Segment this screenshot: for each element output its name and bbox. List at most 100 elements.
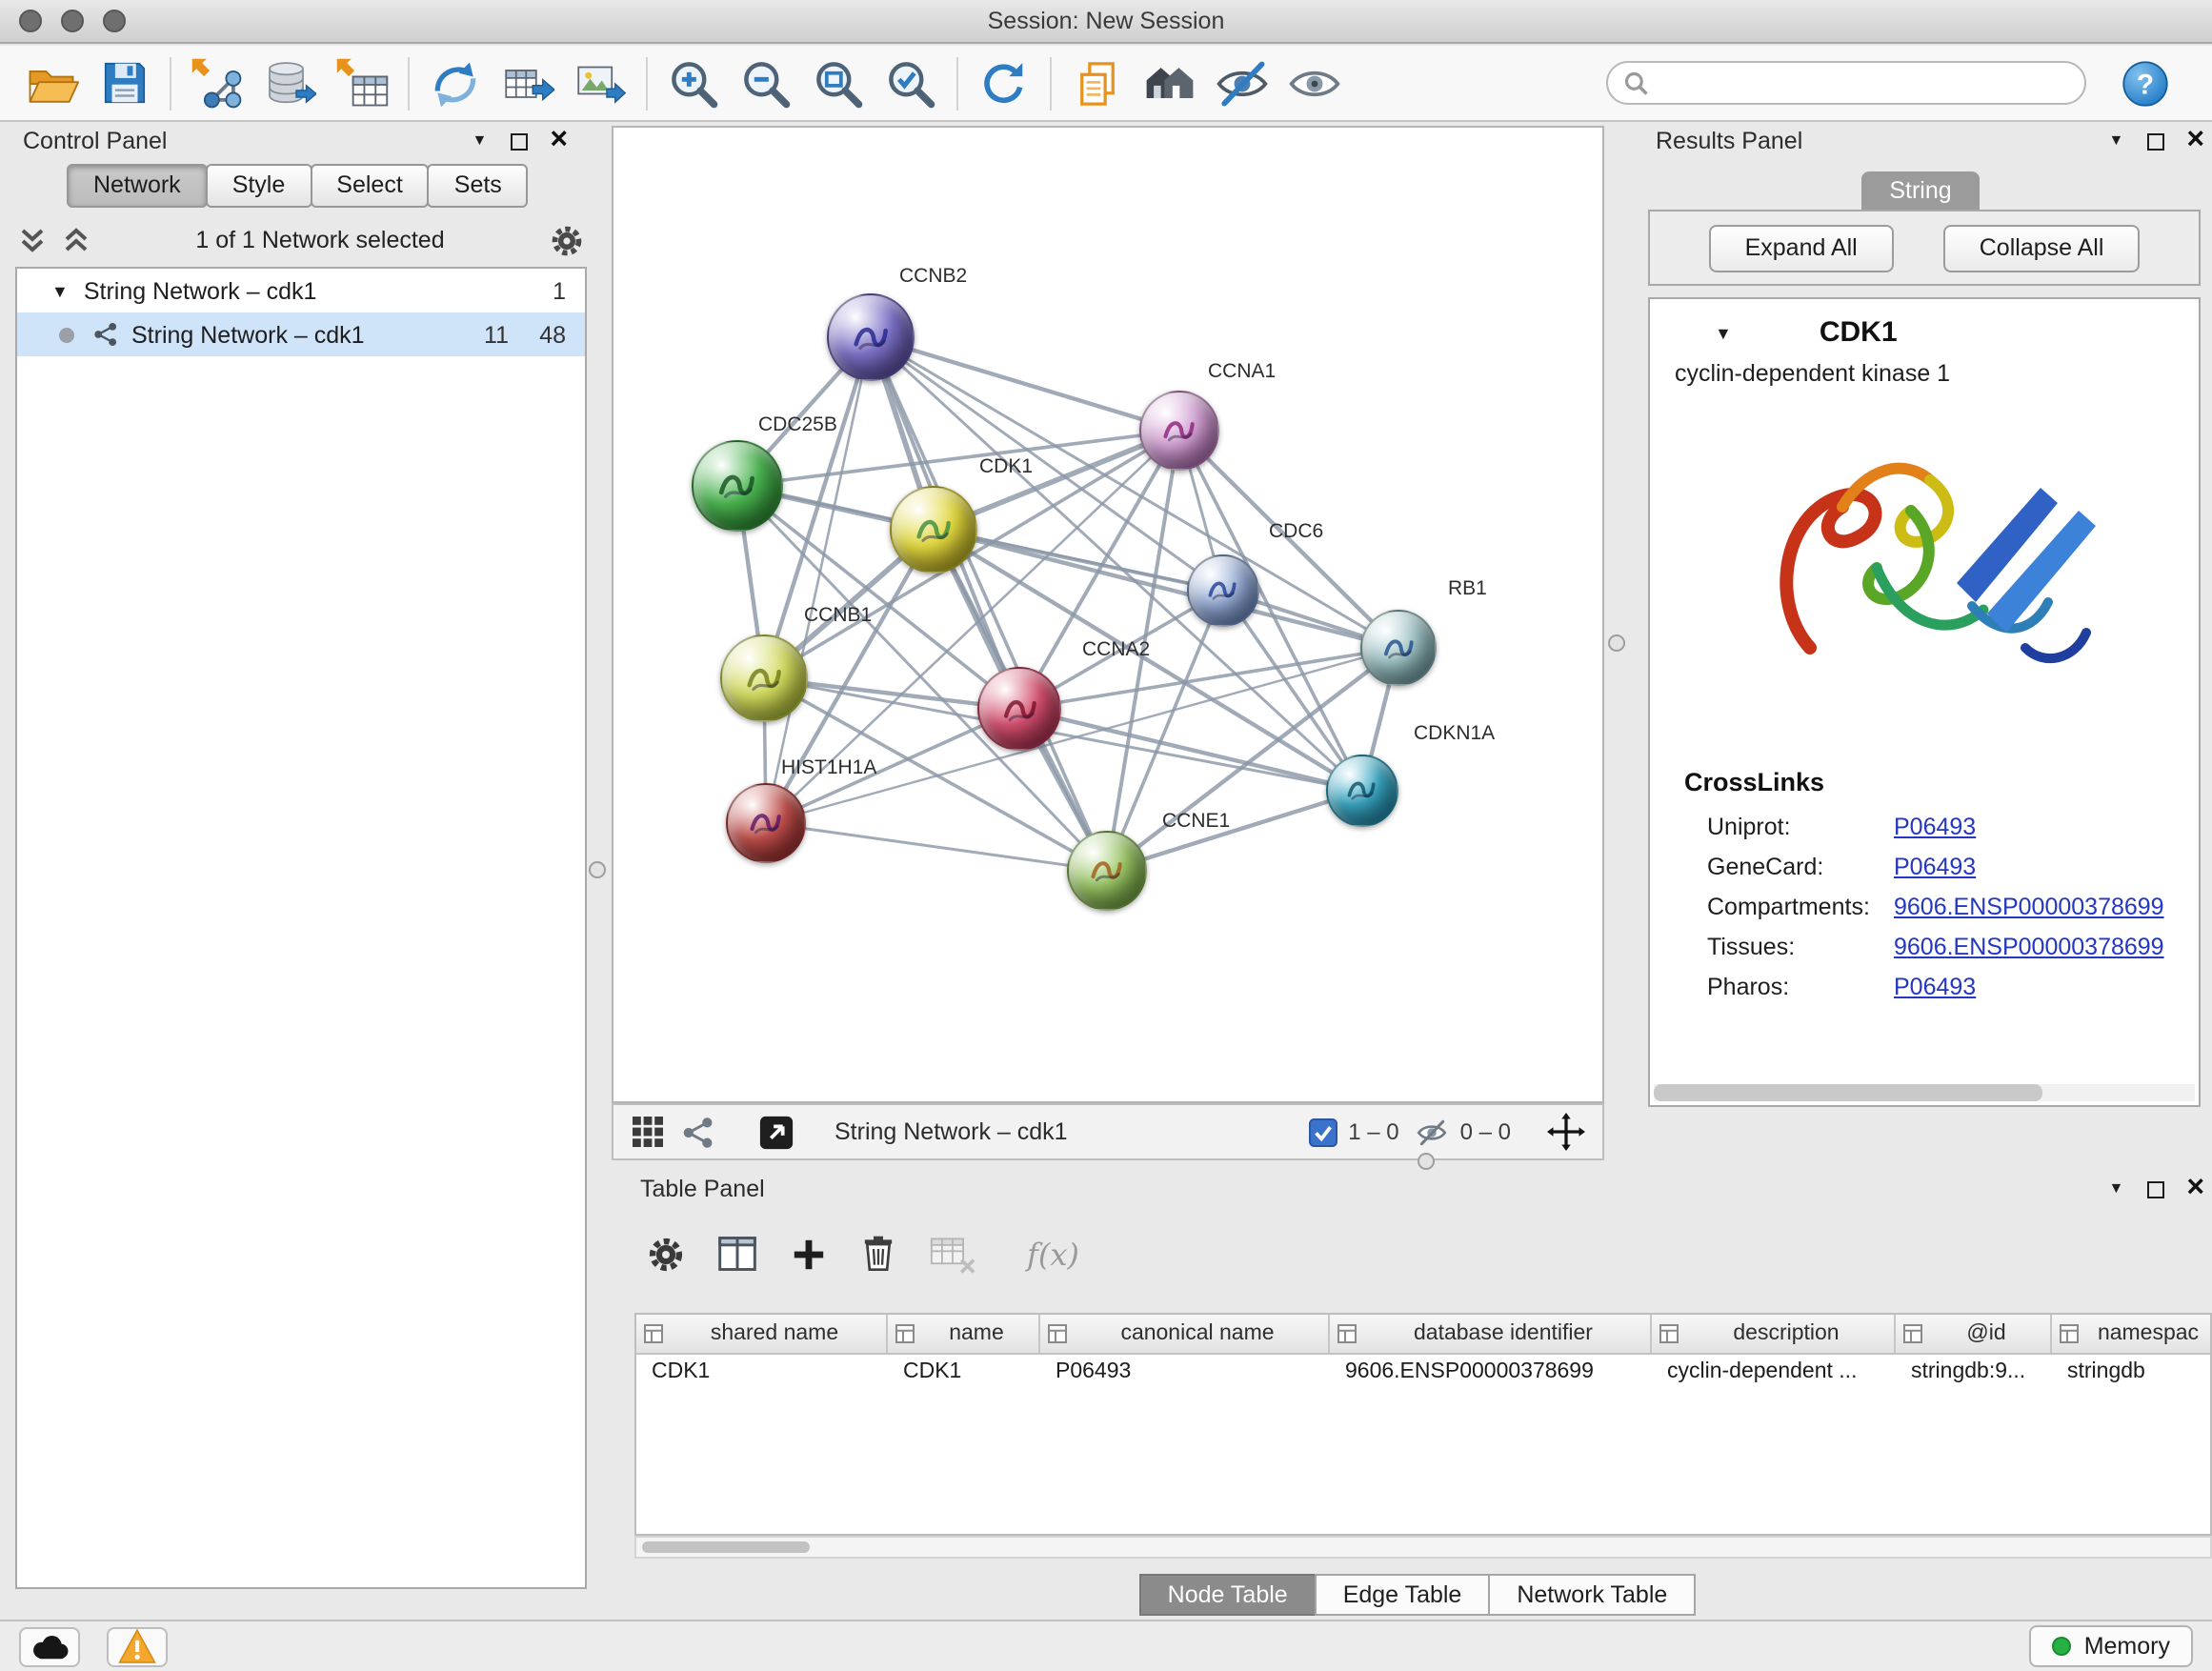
zoom-out-button[interactable] — [730, 49, 802, 117]
close-panel-icon[interactable]: × — [550, 128, 568, 154]
save-session-button[interactable] — [88, 49, 160, 117]
zoom-in-button[interactable] — [657, 49, 730, 117]
float-panel-icon[interactable] — [2146, 132, 2163, 150]
vertical-splitter-handle[interactable] — [589, 861, 606, 878]
new-network-button[interactable] — [419, 49, 492, 117]
network-edge[interactable] — [934, 530, 1398, 648]
fit-selected-button[interactable] — [1547, 1113, 1585, 1151]
crosslink-link[interactable]: P06493 — [1894, 813, 1976, 839]
show-all-button[interactable] — [1278, 49, 1351, 117]
collapse-panel-icon[interactable]: ▼ — [2108, 133, 2123, 149]
network-node-rb1[interactable] — [1360, 610, 1437, 686]
grid-view-button[interactable] — [631, 1115, 665, 1149]
horizontal-splitter-handle[interactable] — [1418, 1153, 1435, 1170]
export-image-button[interactable] — [564, 49, 636, 117]
float-panel-icon[interactable] — [2146, 1180, 2163, 1198]
crosslink-link[interactable]: P06493 — [1894, 973, 1976, 999]
column-header-description[interactable]: description — [1652, 1315, 1896, 1353]
network-edge[interactable] — [871, 337, 1107, 871]
export-table-button[interactable] — [492, 49, 564, 117]
network-node-ccna2[interactable] — [977, 667, 1061, 751]
tab-edge-table[interactable]: Edge Table — [1315, 1574, 1491, 1616]
column-header-shared-name[interactable]: shared name — [636, 1315, 888, 1353]
column-header-namespac[interactable]: namespac — [2052, 1315, 2212, 1353]
tab-sets[interactable]: Sets — [428, 164, 529, 208]
warnings-button[interactable] — [107, 1626, 168, 1666]
detach-view-button[interactable] — [758, 1114, 794, 1150]
expand-all-button[interactable]: Expand All — [1709, 224, 1894, 272]
table-row[interactable]: CDK1CDK1P064939606.ENSP00000378699cyclin… — [636, 1355, 2210, 1393]
table-settings-button[interactable] — [648, 1236, 684, 1272]
memory-button[interactable]: Memory — [2029, 1625, 2193, 1667]
home-button[interactable] — [1134, 49, 1206, 117]
scrollbar-thumb[interactable] — [1654, 1084, 2043, 1101]
open-session-button[interactable] — [15, 49, 88, 117]
network-node-cdc25b[interactable] — [692, 440, 783, 532]
network-canvas[interactable]: CCNB2CCNA1CDC25BCDK1CDC6RB1CCNB1CCNA2CDK… — [612, 126, 1604, 1103]
zoom-fit-button[interactable] — [802, 49, 875, 117]
network-node-cdc6[interactable] — [1187, 554, 1259, 627]
help-button[interactable]: ? — [2109, 49, 2182, 117]
network-node-ccnb1[interactable] — [720, 634, 808, 722]
close-panel-icon[interactable]: × — [2186, 128, 2204, 154]
hidden-eye-icon[interactable] — [1417, 1116, 1449, 1148]
expand-all-icon[interactable] — [19, 227, 46, 253]
crosslink-link[interactable]: 9606.ENSP00000378699 — [1894, 933, 2164, 959]
network-node-cdkn1a[interactable] — [1326, 755, 1398, 827]
close-panel-icon[interactable]: × — [2186, 1176, 2204, 1202]
tab-string[interactable]: String — [1861, 171, 1980, 210]
collapse-section-icon[interactable]: ▼ — [1715, 323, 1732, 342]
crosslink-link[interactable]: P06493 — [1894, 853, 1976, 879]
network-edge[interactable] — [764, 337, 871, 678]
network-edge[interactable] — [1019, 709, 1362, 791]
network-node-hist1h1a[interactable] — [726, 783, 806, 863]
selected-checkbox-icon[interactable] — [1308, 1117, 1337, 1146]
protein-header-row[interactable]: ▼ CDK1 — [1650, 299, 2199, 354]
hide-selected-button[interactable] — [1206, 49, 1278, 117]
tree-expand-icon[interactable]: ▼ — [51, 281, 69, 300]
zoom-selected-button[interactable] — [875, 49, 947, 117]
column-header--id[interactable]: @id — [1896, 1315, 2052, 1353]
crosslink-link[interactable]: 9606.ENSP00000378699 — [1894, 893, 2164, 919]
network-edge[interactable] — [766, 823, 1107, 871]
float-panel-icon[interactable] — [510, 132, 527, 150]
delete-column-button[interactable] — [859, 1235, 897, 1273]
collapse-all-button[interactable]: Collapse All — [1943, 224, 2141, 272]
table-horizontal-scrollbar[interactable] — [634, 1536, 2212, 1559]
tab-select[interactable]: Select — [310, 164, 430, 208]
function-builder-button[interactable]: f(x) — [1027, 1236, 1079, 1272]
network-node-ccna1[interactable] — [1139, 391, 1219, 471]
open-document-button[interactable] — [1061, 49, 1134, 117]
column-header-database-identifier[interactable]: database identifier — [1330, 1315, 1652, 1353]
import-network-database-button[interactable] — [253, 49, 326, 117]
column-header-canonical-name[interactable]: canonical name — [1040, 1315, 1330, 1353]
refresh-view-button[interactable] — [968, 49, 1040, 117]
collapse-panel-icon[interactable]: ▼ — [2108, 1181, 2123, 1197]
gear-icon[interactable] — [551, 224, 583, 256]
cloud-status-button[interactable] — [19, 1626, 80, 1666]
delete-table-button[interactable] — [930, 1234, 975, 1274]
scrollbar-thumb[interactable] — [642, 1541, 810, 1553]
network-node-ccnb2[interactable] — [827, 293, 915, 381]
tab-network[interactable]: Network — [67, 164, 208, 208]
import-table-file-button[interactable] — [326, 49, 398, 117]
search-input[interactable] — [1659, 70, 2069, 96]
tab-style[interactable]: Style — [206, 164, 312, 208]
show-columns-button[interactable] — [716, 1233, 758, 1275]
tab-node-table[interactable]: Node Table — [1139, 1574, 1317, 1616]
column-header-name[interactable]: name — [888, 1315, 1040, 1353]
network-row-selected[interactable]: String Network – cdk1 11 48 — [17, 312, 585, 356]
birdseye-view-button[interactable] — [682, 1116, 714, 1148]
network-node-ccne1[interactable] — [1067, 831, 1147, 911]
search-box[interactable] — [1606, 61, 2086, 105]
network-collection-row[interactable]: ▼ String Network – cdk1 1 — [17, 269, 585, 312]
tab-network-table[interactable]: Network Table — [1488, 1574, 1696, 1616]
collapse-panel-icon[interactable]: ▼ — [472, 133, 487, 149]
import-network-file-button[interactable] — [181, 49, 253, 117]
collapse-all-icon[interactable] — [63, 227, 90, 253]
create-column-button[interactable] — [791, 1236, 827, 1272]
vertical-splitter-handle[interactable] — [1608, 634, 1625, 652]
network-edge[interactable] — [871, 337, 1179, 431]
results-horizontal-scrollbar[interactable] — [1654, 1084, 2195, 1101]
network-node-cdk1[interactable] — [890, 486, 977, 574]
